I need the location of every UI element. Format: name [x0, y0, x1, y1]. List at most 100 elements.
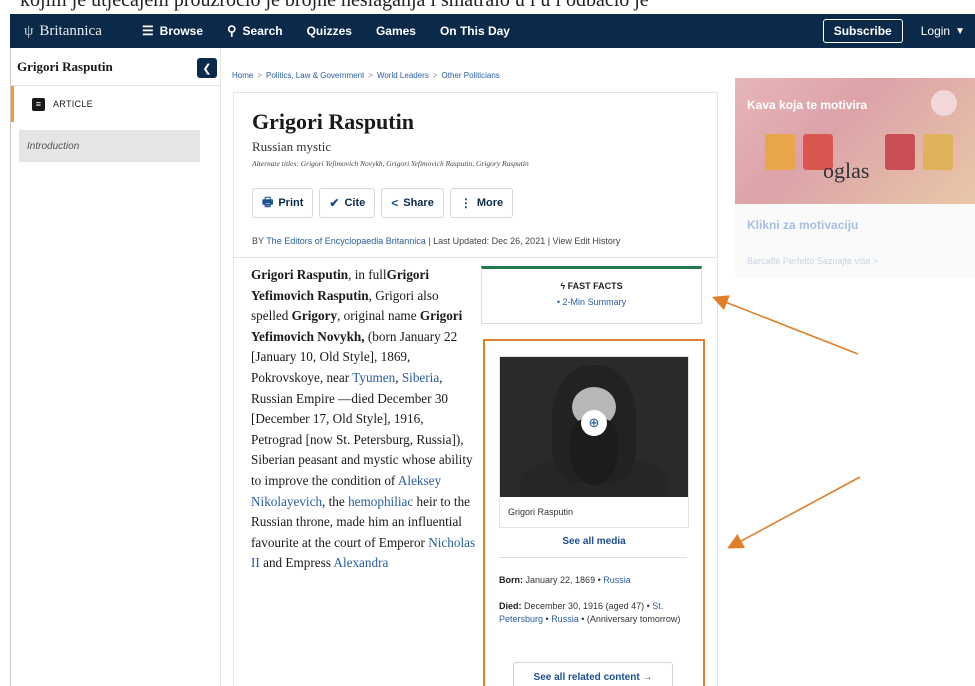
- advertisement[interactable]: Kava koja te motivira oglas Klikni za mo…: [735, 78, 975, 278]
- collapse-sidebar-button[interactable]: ❮: [197, 58, 217, 78]
- annotation-arrow-fast-facts: [712, 295, 859, 355]
- britannica-logo[interactable]: ψ Britannica: [24, 23, 142, 40]
- nav-on-this-day-label: On This Day: [439, 24, 510, 38]
- sidebar-title: Grigori Rasputin: [11, 48, 220, 86]
- died-date: December 30, 1916 (aged 47): [524, 601, 645, 611]
- print-label: Print: [278, 197, 304, 209]
- breadcrumb-world-leaders[interactable]: World Leaders: [377, 71, 429, 80]
- ad-overlay-label: oglas: [823, 158, 870, 183]
- body-text: , original name: [337, 308, 420, 324]
- breadcrumb-separator-icon: >: [368, 71, 373, 80]
- byline-last-updated: Last Updated: Dec 26, 2021: [433, 236, 546, 246]
- fast-facts-title: FAST FACTS: [567, 281, 623, 291]
- article-actions: 🖶 Print ✔ Cite < Share ⋮ More: [252, 188, 519, 218]
- ad-headline: Kava koja te motivira: [747, 98, 868, 112]
- born-fact: Born: January 22, 1869 • Russia: [499, 575, 631, 585]
- ad-logo-icon: [931, 90, 957, 116]
- annotation-arrow-media-panel: [727, 476, 861, 549]
- media-divider: [499, 557, 687, 558]
- body-alt-spelling: Grigory: [291, 308, 338, 324]
- died-label: Died:: [499, 601, 522, 611]
- body-text: , Russian Empire —died December 30 [Dece…: [251, 369, 473, 488]
- bolt-icon: ϟ: [560, 281, 568, 291]
- share-button[interactable]: < Share: [381, 188, 444, 218]
- check-badge-icon: ✔: [329, 196, 340, 210]
- nav-quizzes[interactable]: Quizzes: [307, 24, 352, 38]
- byline: BY The Editors of Encyclopaedia Britanni…: [252, 236, 620, 246]
- overlay-caption-text: kojim je utjecajem prouzročio je brojne …: [0, 0, 975, 14]
- body-text: and Empress: [259, 555, 334, 571]
- see-all-media-link[interactable]: See all media: [485, 536, 703, 547]
- nav-search-label: Search: [242, 24, 283, 38]
- share-icon: <: [391, 196, 399, 210]
- body-text: , the: [322, 493, 349, 509]
- sidebar-item-article-label: ARTICLE: [53, 99, 93, 109]
- ad-banner-image[interactable]: Kava koja te motivira: [735, 78, 975, 204]
- ad-product-icon: [923, 134, 953, 170]
- nav-search[interactable]: ⚲ Search: [227, 23, 283, 39]
- article-title: Grigori Rasputin: [252, 109, 414, 134]
- body-name: Grigori Rasputin: [251, 267, 349, 282]
- two-min-summary-link[interactable]: • 2-Min Summary: [482, 297, 701, 307]
- alternate-titles: Alternate titles: Grigori Yefimovich Nov…: [252, 159, 529, 168]
- link-alexandra[interactable]: Alexandra: [333, 555, 388, 570]
- fact-separator: •: [543, 614, 552, 624]
- logo-text: Britannica: [39, 22, 102, 39]
- fast-facts-heading: ϟ FAST FACTS: [482, 281, 701, 291]
- cite-label: Cite: [344, 197, 366, 209]
- header-divider: [234, 257, 717, 258]
- link-tyumen[interactable]: Tyumen: [352, 370, 395, 385]
- zoom-in-icon[interactable]: ⊕: [581, 410, 607, 436]
- breadcrumb-politics[interactable]: Politics, Law & Government: [266, 71, 364, 80]
- nav-browse-label: Browse: [159, 24, 204, 38]
- byline-separator: |: [545, 236, 553, 246]
- born-place-link[interactable]: Russia: [603, 575, 631, 585]
- link-hemophiliac[interactable]: hemophiliac: [348, 494, 413, 509]
- breadcrumb-home[interactable]: Home: [232, 71, 253, 80]
- media-facts-panel: ⊕ Grigori Rasputin See all media Born: J…: [483, 339, 705, 686]
- more-button[interactable]: ⋮ More: [449, 188, 514, 218]
- search-icon: ⚲: [227, 23, 237, 38]
- link-siberia[interactable]: Siberia: [402, 370, 439, 385]
- ad-product-icon: [765, 134, 795, 170]
- body-text: , in full: [348, 267, 387, 282]
- cite-button[interactable]: ✔ Cite: [319, 188, 376, 218]
- edit-history-link[interactable]: View Edit History: [553, 236, 621, 246]
- nav-games[interactable]: Games: [376, 24, 416, 38]
- see-all-related-content-button[interactable]: See all related content →: [513, 662, 673, 686]
- fact-separator: •: [595, 575, 604, 585]
- ad-cta-link[interactable]: Klikni za motivaciju: [747, 218, 858, 232]
- more-vertical-icon: ⋮: [459, 196, 472, 210]
- died-fact: Died: December 30, 1916 (aged 47) • St. …: [499, 600, 694, 626]
- article-subtitle: Russian mystic: [252, 139, 332, 154]
- ad-product-icon: [885, 134, 915, 170]
- nav-quizzes-label: Quizzes: [306, 24, 352, 38]
- nav-browse[interactable]: ☰ Browse: [142, 23, 203, 39]
- login-label: Login: [920, 24, 951, 38]
- media-card[interactable]: ⊕ Grigori Rasputin: [499, 356, 689, 528]
- fast-facts-box: ϟ FAST FACTS • 2-Min Summary: [481, 266, 702, 324]
- rasputin-photo[interactable]: ⊕: [500, 357, 688, 497]
- menu-icon: ☰: [142, 23, 154, 38]
- printer-icon: 🖶: [262, 194, 274, 209]
- sidebar-item-article[interactable]: ≡ ARTICLE: [11, 86, 220, 122]
- article-icon: ≡: [32, 97, 45, 111]
- print-button[interactable]: 🖶 Print: [252, 188, 314, 218]
- nav-on-this-day[interactable]: On This Day: [440, 24, 510, 38]
- breadcrumb-other-politicians[interactable]: Other Politicians: [442, 71, 500, 80]
- article-intro-paragraph: Grigori Rasputin, in fullGrigori Yefimov…: [251, 265, 476, 574]
- anniversary-note: • (Anniversary tomorrow): [578, 614, 681, 624]
- chevron-down-icon: ▼: [955, 25, 965, 37]
- byline-by: BY: [252, 236, 264, 246]
- thistle-logo-icon: ψ: [24, 22, 34, 39]
- byline-authors-link[interactable]: The Editors of Encyclopaedia Britannica: [266, 236, 426, 246]
- subscribe-button[interactable]: Subscribe: [822, 19, 903, 43]
- sidebar-item-introduction[interactable]: Introduction: [19, 130, 200, 162]
- login-button[interactable]: Login ▼: [921, 24, 965, 38]
- ad-sub-link[interactable]: Barcaffè Perfetto Saznajte više >: [747, 256, 878, 266]
- born-date: January 22, 1869: [525, 575, 596, 585]
- born-label: Born:: [499, 575, 523, 585]
- more-label: More: [476, 197, 504, 209]
- died-place-russia-link[interactable]: Russia: [551, 614, 579, 624]
- breadcrumb-separator-icon: >: [432, 71, 438, 80]
